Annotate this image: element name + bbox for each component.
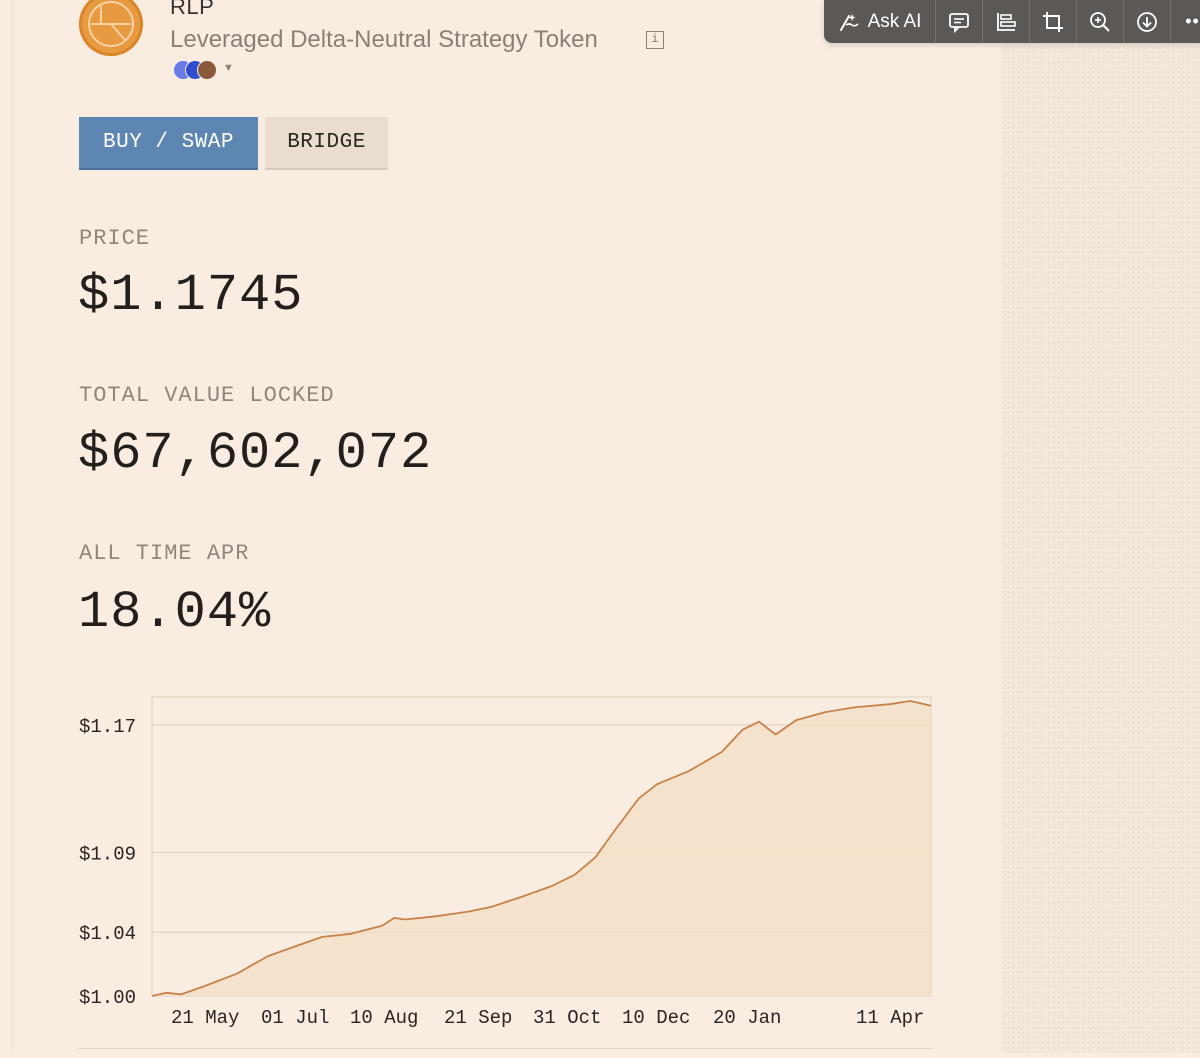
- crop-button[interactable]: [1030, 0, 1077, 43]
- side-panel: [1001, 0, 1200, 1053]
- zoom-in-icon: [1090, 11, 1110, 32]
- download-icon: [1137, 11, 1157, 32]
- bridge-button[interactable]: BRIDGE: [265, 117, 388, 168]
- tvl-value: $67,602,072: [78, 424, 433, 483]
- x-tick-label: 20 Jan: [713, 1007, 781, 1029]
- apr-value: 18.04%: [78, 583, 272, 642]
- comment-icon: [949, 12, 969, 33]
- x-tick-label: 21 May: [171, 1007, 239, 1029]
- download-button[interactable]: [1124, 0, 1171, 43]
- token-name: Leveraged Delta-Neutral Strategy Token: [170, 26, 598, 53]
- tvl-label: TOTAL VALUE LOCKED: [79, 383, 335, 408]
- more-icon[interactable]: ••: [1171, 0, 1200, 43]
- crop-icon: [1043, 11, 1063, 32]
- ask-ai-label: Ask AI: [867, 10, 922, 32]
- x-tick-label: 31 Oct: [533, 1007, 601, 1029]
- price-chart-svg: $1.17 $1.09 $1.04 $1.00 21 May 01 Jul 10 Aug 21…: [79, 696, 932, 1029]
- x-tick-label: 10 Dec: [622, 1007, 690, 1029]
- sparkle-icon: [839, 13, 859, 31]
- token-logo-icon: [79, 0, 143, 56]
- y-tick-label: $1.04: [79, 923, 136, 945]
- image-toolbar: Ask AI ••: [824, 0, 1200, 43]
- buy-swap-button[interactable]: BUY / SWAP: [79, 117, 258, 168]
- apr-label: ALL TIME APR: [79, 541, 250, 566]
- price-chart[interactable]: $1.17 $1.09 $1.04 $1.00 21 May 01 Jul 10 Aug 21…: [0, 680, 1000, 1053]
- zoom-in-button[interactable]: [1077, 0, 1124, 43]
- x-tick-label: 11 Apr: [856, 1007, 924, 1029]
- x-tick-label: 10 Aug: [350, 1007, 418, 1029]
- x-tick-label: 01 Jul: [261, 1007, 329, 1029]
- y-tick-label: $1.17: [79, 716, 136, 738]
- comment-button[interactable]: [936, 0, 983, 43]
- divider: [79, 1048, 932, 1049]
- y-tick-label: $1.00: [79, 987, 136, 1009]
- y-tick-label: $1.09: [79, 843, 136, 865]
- info-icon[interactable]: i: [646, 31, 664, 49]
- x-tick-label: 21 Sep: [444, 1007, 512, 1029]
- price-area: [152, 701, 931, 996]
- bitcoin-icon: [197, 60, 217, 80]
- price-label: PRICE: [79, 226, 151, 251]
- token-ticker: RLP: [170, 0, 215, 19]
- align-icon: [997, 12, 1016, 31]
- ask-ai-button[interactable]: Ask AI: [824, 0, 936, 43]
- chevron-down-icon[interactable]: ▼: [223, 62, 234, 74]
- price-value: $1.1745: [78, 266, 304, 325]
- align-button[interactable]: [983, 0, 1030, 43]
